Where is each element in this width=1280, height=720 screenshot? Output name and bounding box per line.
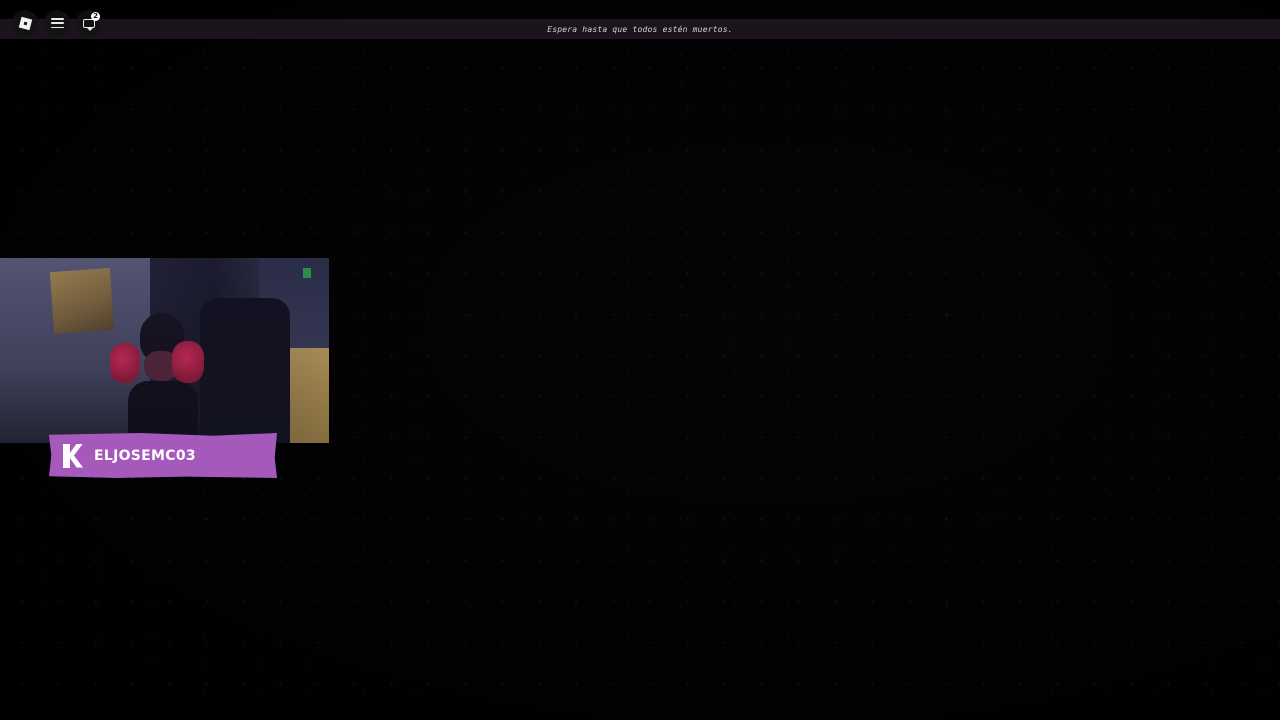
game-message-bar: Espera hasta que todos estén muertos. (0, 19, 1280, 39)
chat-button[interactable]: 2 (76, 10, 102, 36)
hamburger-menu-button[interactable] (44, 10, 70, 36)
kick-logo-icon (63, 443, 83, 468)
roblox-logo-icon (18, 16, 32, 30)
streamer-name-banner: ELJOSEMC03 (49, 433, 277, 478)
roblox-menu-button[interactable] (12, 10, 38, 36)
game-message-text: Espera hasta que todos estén muertos. (547, 24, 733, 34)
hamburger-menu-icon (50, 18, 64, 28)
streamer-webcam-overlay (0, 258, 329, 443)
roblox-corner-controls: 2 (12, 10, 102, 36)
game-viewport[interactable]: Espera hasta que todos estén muertos. 2 (0, 0, 1280, 720)
chat-notification-badge: 2 (91, 12, 100, 21)
webcam-tint (0, 258, 329, 443)
streamer-name: ELJOSEMC03 (94, 447, 196, 464)
